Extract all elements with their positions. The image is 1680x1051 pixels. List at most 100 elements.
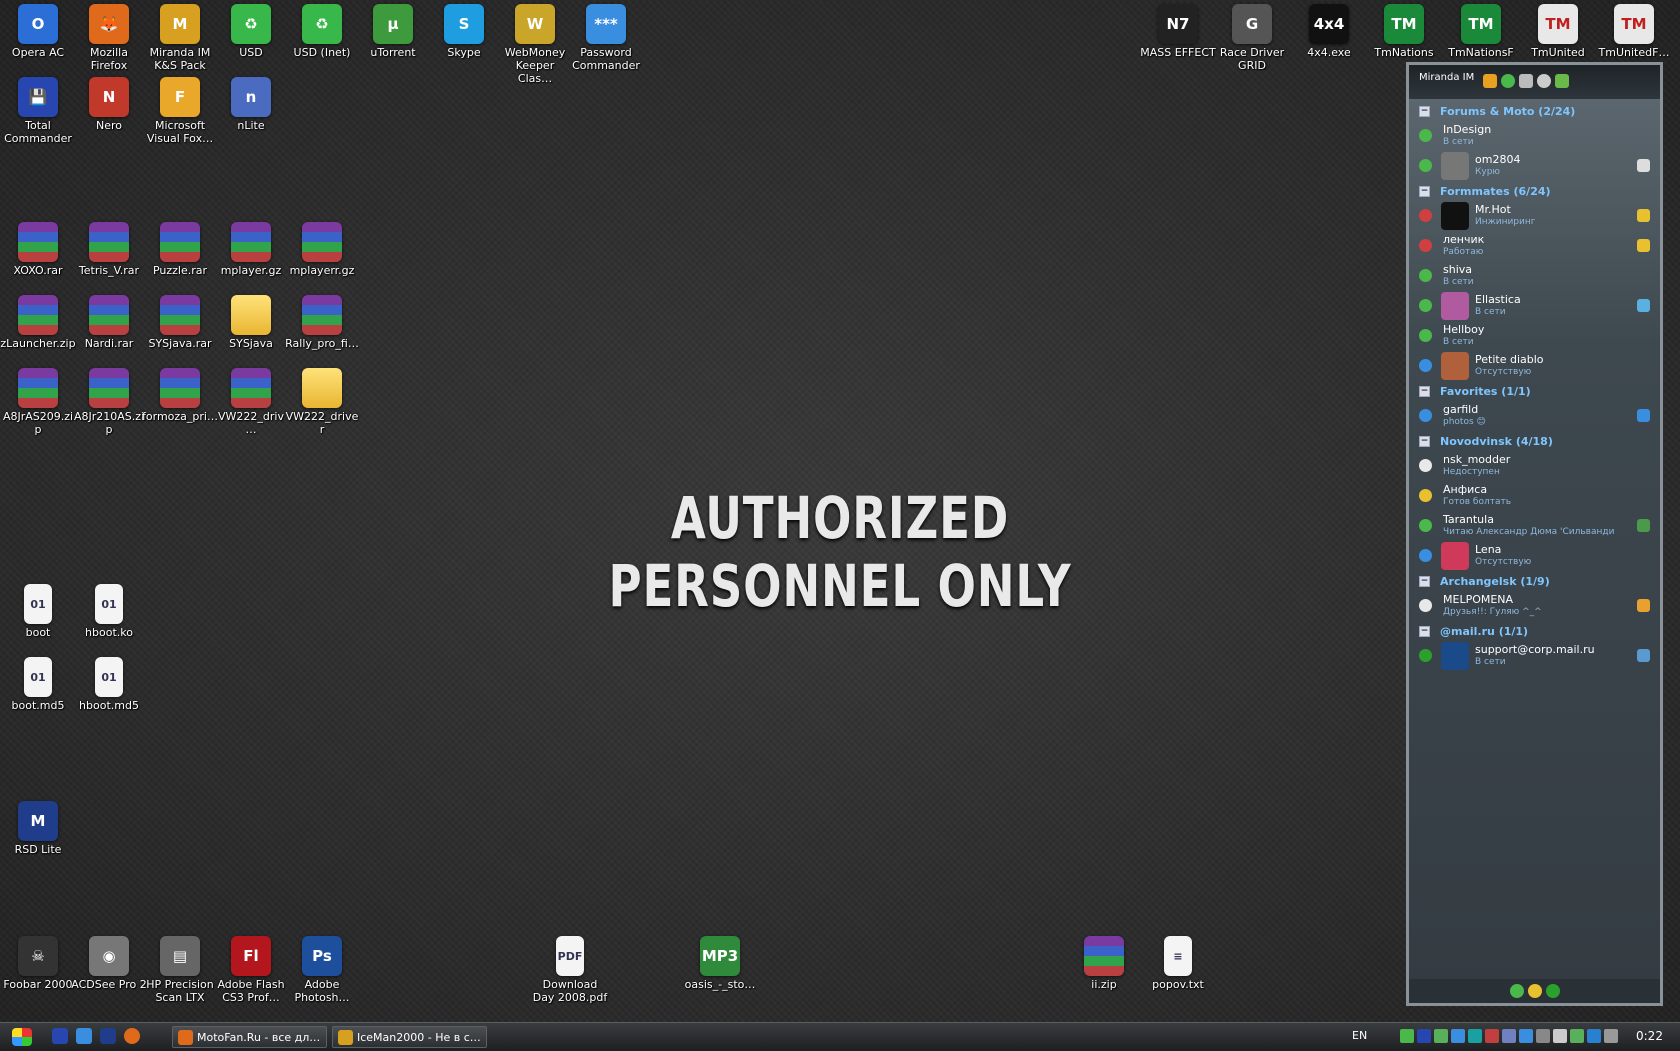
clock[interactable]: 0:22 xyxy=(1636,1029,1663,1043)
contact-group[interactable]: − Favorites (1/1) xyxy=(1409,381,1660,401)
desktop-icon-opera-ac[interactable]: O Opera AC xyxy=(0,2,76,59)
desktop-icon-adobe-flash-cs3-prof[interactable]: Fl Adobe Flash CS3 Prof… xyxy=(213,934,289,1004)
desktop-icon-acdsee-pro-2[interactable]: ◉ ACDSee Pro 2 xyxy=(71,934,147,991)
jabber-status-icon[interactable] xyxy=(1527,984,1542,998)
tray-icon[interactable] xyxy=(1502,1029,1516,1043)
desktop-icon-mozilla-firefox[interactable]: 🦊 Mozilla Firefox xyxy=(71,2,147,72)
tray-icon[interactable] xyxy=(1417,1029,1431,1043)
quick-launch-total-commander-icon[interactable] xyxy=(52,1028,68,1044)
contact-item[interactable]: Hellboy В сети xyxy=(1409,321,1660,351)
contact-item[interactable]: InDesign В сети xyxy=(1409,121,1660,151)
global-status-icon[interactable] xyxy=(1483,74,1497,88)
desktop-icon-sysjava-rar[interactable]: SYSjava.rar xyxy=(142,293,218,350)
contact-item[interactable]: garfild photos 😊 xyxy=(1409,401,1660,431)
desktop-icon-hboot-md5[interactable]: 01 hboot.md5 xyxy=(71,655,147,712)
desktop-icon-tmunited[interactable]: TM TmUnited xyxy=(1520,2,1596,59)
icq-status-icon[interactable] xyxy=(1509,984,1524,998)
tray-icon[interactable] xyxy=(1570,1029,1584,1043)
contact-item[interactable]: Ellastica В сети xyxy=(1409,291,1660,321)
desktop-icon-nlite[interactable]: n nLite xyxy=(213,75,289,132)
desktop-icon-sysjava[interactable]: SYSjava xyxy=(213,293,289,350)
collapse-icon[interactable]: − xyxy=(1419,575,1430,587)
desktop-icon-boot-md5[interactable]: 01 boot.md5 xyxy=(0,655,76,712)
desktop-icon-mplayer-gz[interactable]: mplayer.gz xyxy=(213,220,289,277)
sound-icon[interactable] xyxy=(1519,74,1533,88)
desktop-icon-download-day-2008-pdf[interactable]: PDF Download Day 2008.pdf xyxy=(532,934,608,1004)
desktop-icon-adobe-photosh[interactable]: Ps Adobe Photosh… xyxy=(284,934,360,1004)
contact-item[interactable]: Petite diablo Отсутствую xyxy=(1409,351,1660,381)
desktop-icon-webmoney-keeper-clas[interactable]: W WebMoney Keeper Clas… xyxy=(497,2,573,85)
contact-item[interactable]: Tarantula Читаю Александр Дюма 'Сильванди… xyxy=(1409,511,1660,541)
tray-icon[interactable] xyxy=(1451,1029,1465,1043)
desktop-icon-utorrent[interactable]: µ uTorrent xyxy=(355,2,431,59)
desktop-icon-usd-inet[interactable]: ♻ USD (Inet) xyxy=(284,2,360,59)
contact-group[interactable]: − Formmates (6/24) xyxy=(1409,181,1660,201)
desktop-icon-password-commander[interactable]: *** Password Commander xyxy=(568,2,644,72)
collapse-icon[interactable]: − xyxy=(1419,385,1430,397)
desktop-icon-tetris-v-rar[interactable]: Tetris_V.rar xyxy=(71,220,147,277)
contact-group[interactable]: − Novodvinsk (4/18) xyxy=(1409,431,1660,451)
tray-icon[interactable] xyxy=(1519,1029,1533,1043)
contact-group[interactable]: − @mail.ru (1/1) xyxy=(1409,621,1660,641)
desktop-icon-4x4-exe[interactable]: 4x4 4x4.exe xyxy=(1291,2,1367,59)
desktop-icon-hp-precision-scan-ltx[interactable]: ▤ HP Precision Scan LTX xyxy=(142,934,218,1004)
desktop-icon-race-driver-grid[interactable]: G Race Driver GRID xyxy=(1214,2,1290,72)
desktop-icon-microsoft-visual-fox[interactable]: F Microsoft Visual Fox… xyxy=(142,75,218,145)
collapse-icon[interactable]: − xyxy=(1419,625,1430,637)
find-user-icon[interactable] xyxy=(1555,74,1569,88)
desktop-icon-skype[interactable]: S Skype xyxy=(426,2,502,59)
contact-item[interactable]: shiva В сети xyxy=(1409,261,1660,291)
desktop-icon-popov-txt[interactable]: ≡ popov.txt xyxy=(1140,934,1216,991)
desktop-icon-mass-effect[interactable]: N7 MASS EFFECT xyxy=(1140,2,1216,59)
desktop-icon-nardi-rar[interactable]: Nardi.rar xyxy=(71,293,147,350)
tray-icon[interactable] xyxy=(1536,1029,1550,1043)
contact-item[interactable]: nsk_modder Недоступен xyxy=(1409,451,1660,481)
contact-item[interactable]: Mr.Hot Инжиниринг xyxy=(1409,201,1660,231)
tray-icon[interactable] xyxy=(1604,1029,1618,1043)
online-status-icon[interactable] xyxy=(1501,74,1515,88)
contact-item[interactable]: ленчик Работаю xyxy=(1409,231,1660,261)
desktop-icon-boot[interactable]: 01 boot xyxy=(0,582,76,639)
tray-icon[interactable] xyxy=(1485,1029,1499,1043)
contact-item[interactable]: support@corp.mail.ru В сети xyxy=(1409,641,1660,671)
desktop-icon-miranda-im-k-s-pack[interactable]: M Miranda IM K&S Pack xyxy=(142,2,218,72)
desktop-icon-zlauncher-zip[interactable]: zLauncher.zip xyxy=(0,293,76,350)
contact-item[interactable]: MELPOMENA Друзья!!: Гуляю ^_^ xyxy=(1409,591,1660,621)
desktop-icon-oasis-sto[interactable]: MP3 oasis_-_sto… xyxy=(682,934,758,991)
desktop-icon-rsd-lite[interactable]: M RSD Lite xyxy=(0,799,76,856)
tray-icon[interactable] xyxy=(1434,1029,1448,1043)
taskbar-button[interactable]: IceMan2000 - Не в с… xyxy=(332,1026,487,1048)
collapse-icon[interactable]: − xyxy=(1419,435,1430,447)
options-gear-icon[interactable] xyxy=(1537,74,1551,88)
miranda-contact-list[interactable]: Miranda IM − Forums & Moto (2/24) InDesign… xyxy=(1406,62,1663,1006)
desktop-icon-hboot-ko[interactable]: 01 hboot.ko xyxy=(71,582,147,639)
desktop-icon-a8jr210as-zip[interactable]: A8Jr210AS.zip xyxy=(71,366,147,436)
tray-icon[interactable] xyxy=(1587,1029,1601,1043)
desktop-icon-mplayerr-gz[interactable]: mplayerr.gz xyxy=(284,220,360,277)
desktop-icon-xoxo-rar[interactable]: XOXO.rar xyxy=(0,220,76,277)
contact-item[interactable]: Анфиса Готов болтать xyxy=(1409,481,1660,511)
desktop-icon-formoza-pri[interactable]: formoza_pri… xyxy=(142,366,218,423)
collapse-icon[interactable]: − xyxy=(1419,105,1430,117)
tray-icon[interactable] xyxy=(1400,1029,1414,1043)
collapse-icon[interactable]: − xyxy=(1419,185,1430,197)
desktop-icon-ii-zip[interactable]: ii.zip xyxy=(1066,934,1142,991)
miranda-titlebar[interactable]: Miranda IM xyxy=(1409,65,1660,99)
desktop-icon-nero[interactable]: N Nero xyxy=(71,75,147,132)
desktop-icon-tmnations[interactable]: TM TmNations xyxy=(1366,2,1442,59)
desktop-icon-vw222-driv[interactable]: VW222_driv… xyxy=(213,366,289,436)
desktop-icon-foobar-2000[interactable]: ☠ Foobar 2000 xyxy=(0,934,76,991)
desktop-icon-puzzle-rar[interactable]: Puzzle.rar xyxy=(142,220,218,277)
quick-launch-ie-icon[interactable] xyxy=(76,1028,92,1044)
mail-status-icon[interactable] xyxy=(1545,984,1560,998)
start-button[interactable] xyxy=(12,1028,32,1046)
tray-icon[interactable] xyxy=(1553,1029,1567,1043)
contact-item[interactable]: Lena Отсутствую xyxy=(1409,541,1660,571)
taskbar-button[interactable]: MotoFan.Ru - все дл… xyxy=(172,1026,327,1048)
desktop-icon-vw222-driver[interactable]: VW222_driver xyxy=(284,366,360,436)
desktop-icon-total-commander[interactable]: 💾 Total Commander xyxy=(0,75,76,145)
desktop-icon-tmunitedf[interactable]: TM TmUnitedF… xyxy=(1596,2,1672,59)
contact-group[interactable]: − Forums & Moto (2/24) xyxy=(1409,101,1660,121)
contact-item[interactable]: om2804 Курю xyxy=(1409,151,1660,181)
language-indicator[interactable]: EN xyxy=(1352,1029,1367,1042)
